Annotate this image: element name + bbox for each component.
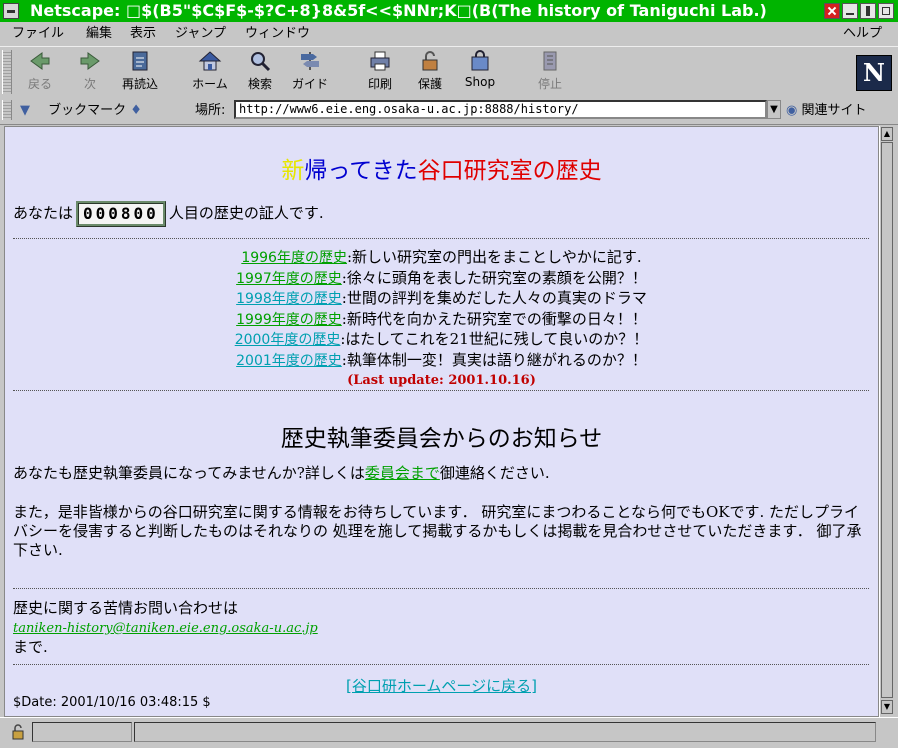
last-update: (Last update: 2001.10.16)	[347, 373, 536, 388]
security-lock-icon[interactable]	[10, 724, 26, 740]
window-title: Netscape: □$(B5"$C$F$-$?C+8}8&5f<<$NNr;K…	[30, 1, 767, 20]
contact-block: 歴史に関する苦情お問い合わせは taniken-history@taniken.…	[13, 599, 871, 657]
location-grip[interactable]	[2, 100, 12, 120]
home-button[interactable]: ホーム	[184, 50, 236, 96]
shop-button[interactable]: Shop	[454, 50, 506, 96]
history-list: 1996年度の歴史:新しい研究室の門出をまことしやかに記す. 1997年度の歴史…	[5, 248, 878, 391]
bookmarks-label: ブックマーク	[48, 103, 127, 118]
divider	[13, 390, 869, 391]
forward-arrow-icon	[80, 52, 100, 70]
history-row: 1997年度の歴史:徐々に頭角を表した研究室の素顔を公開？！	[236, 268, 647, 287]
related-sites-label: 関連サイト	[801, 103, 867, 118]
divider	[13, 588, 869, 589]
invite-paragraph: あなたも歴史執筆委員になってみませんか?詳しくは委員会まで御連絡ください.	[13, 464, 550, 482]
history-row: 2001年度の歴史:執筆体制一変！真実は語り継がれるのか？！	[236, 350, 647, 369]
history-link-2000[interactable]: 2000年度の歴史	[235, 332, 341, 348]
status-message	[134, 722, 876, 742]
printer-icon	[370, 51, 390, 71]
minimize-icon[interactable]	[842, 3, 858, 19]
location-pin-icon: ♦	[130, 103, 142, 118]
bookmarks-button[interactable]: ▼ ブックマーク ♦	[20, 101, 142, 121]
print-button[interactable]: 印刷	[354, 50, 406, 96]
menu-go[interactable]: ジャンプ	[175, 22, 226, 46]
history-link-1998[interactable]: 1998年度の歴史	[236, 291, 342, 307]
guide-signpost-icon	[301, 52, 319, 70]
url-field[interactable]: http://www6.eie.eng.osaka-u.ac.jp:8888/h…	[234, 100, 767, 119]
menu-edit[interactable]: 編集	[86, 22, 112, 46]
navigation-toolbar: 戻る 次 再読込 ホーム 検索 ガイド 印刷 保護 Shop 停止 N	[0, 46, 898, 98]
complaint-text: 歴史に関する苦情お問い合わせは	[13, 599, 239, 617]
reload-button[interactable]: 再読込	[114, 50, 166, 96]
history-link-2001[interactable]: 2001年度の歴史	[236, 353, 342, 369]
menu-file[interactable]: ファイル	[12, 22, 64, 46]
search-button[interactable]: 検索	[234, 50, 286, 96]
netscape-logo[interactable]: N	[856, 55, 892, 91]
committee-link[interactable]: 委員会まで	[365, 464, 440, 482]
menu-bar: ファイル 編集 表示 ジャンプ ウィンドウ ヘルプ	[0, 22, 898, 46]
history-row: 2000年度の歴史:はたしてこれを21世紀に残して良いのか？！	[234, 330, 649, 348]
status-progress	[32, 722, 132, 742]
history-row: 1999年度の歴史:新時代を向かえた研究室での衝撃の日々！！	[236, 309, 647, 328]
related-sites-button[interactable]: ◉ 関連サイト	[786, 101, 867, 121]
status-bar	[0, 717, 898, 748]
padlock-icon	[422, 51, 438, 71]
related-sites-icon: ◉	[786, 103, 798, 118]
restore-icon[interactable]	[860, 3, 876, 19]
menu-window[interactable]: ウィンドウ	[245, 22, 310, 46]
back-to-home: [谷口研ホームページに戻る]	[5, 675, 878, 696]
home-icon	[198, 51, 222, 71]
visitor-counter-row: あなたは 000800 人目の歴史の証人です.	[13, 201, 324, 227]
email-link[interactable]: taniken-history@taniken.eie.eng.osaka-u.…	[13, 621, 318, 636]
page-content: 新帰ってきた谷口研究室の歴史 あなたは 000800 人目の歴史の証人です. 199…	[4, 126, 879, 717]
info-paragraph: また，是非皆様からの谷口研究室に関する情報をお待ちしています． 研究室にまつわる…	[13, 503, 862, 559]
location-label: 場所:	[195, 103, 226, 118]
window-titlebar[interactable]: Netscape: □$(B5"$C$F$-$?C+8}8&5f<<$NNr;K…	[0, 0, 898, 22]
back-button[interactable]: 戻る	[14, 50, 66, 96]
security-button[interactable]: 保護	[404, 50, 456, 96]
back-arrow-icon	[30, 52, 50, 70]
visitor-counter: 000800	[76, 201, 166, 227]
bookmark-ribbon-icon: ▼	[20, 103, 30, 118]
vertical-scrollbar[interactable]: ▲ ▼	[879, 126, 895, 717]
page-heading: 新帰ってきた谷口研究室の歴史	[281, 158, 602, 184]
divider	[13, 238, 869, 239]
forward-button[interactable]: 次	[64, 50, 116, 96]
guide-button[interactable]: ガイド	[284, 50, 336, 96]
history-link-1996[interactable]: 1996年度の歴史	[241, 250, 347, 266]
revision-date: $Date: 2001/10/16 03:48:15 $	[13, 695, 211, 710]
shopping-bag-icon	[471, 50, 489, 71]
stop-icon	[543, 51, 557, 71]
divider	[13, 664, 869, 665]
scroll-up-icon[interactable]: ▲	[881, 127, 893, 141]
search-icon	[251, 52, 271, 72]
contact-suffix: まで.	[13, 638, 48, 656]
history-row: 1998年度の歴史:世間の評判を集めだした人々の真実のドラマ	[236, 289, 647, 307]
reload-icon	[132, 51, 148, 71]
scroll-thumb[interactable]	[881, 142, 893, 698]
notice-title: 歴史執筆委員会からのお知らせ	[280, 426, 603, 452]
close-icon[interactable]	[824, 3, 840, 19]
location-bar: ▼ ブックマーク ♦ 場所: http://www6.eie.eng.osaka…	[0, 97, 898, 125]
scroll-down-icon[interactable]: ▼	[881, 700, 893, 714]
maximize-icon[interactable]	[878, 3, 894, 19]
menu-help[interactable]: ヘルプ	[843, 22, 882, 46]
window-menu-icon[interactable]	[3, 3, 19, 19]
history-link-1999[interactable]: 1999年度の歴史	[236, 312, 342, 328]
url-dropdown-icon[interactable]: ▼	[767, 100, 781, 119]
menu-view[interactable]: 表示	[130, 22, 156, 46]
stop-button[interactable]: 停止	[524, 50, 576, 96]
toolbar-grip[interactable]	[2, 50, 12, 94]
history-row: 1996年度の歴史:新しい研究室の門出をまことしやかに記す.	[241, 248, 642, 266]
back-home-link[interactable]: [谷口研ホームページに戻る]	[346, 677, 537, 695]
history-link-1997[interactable]: 1997年度の歴史	[236, 271, 342, 287]
